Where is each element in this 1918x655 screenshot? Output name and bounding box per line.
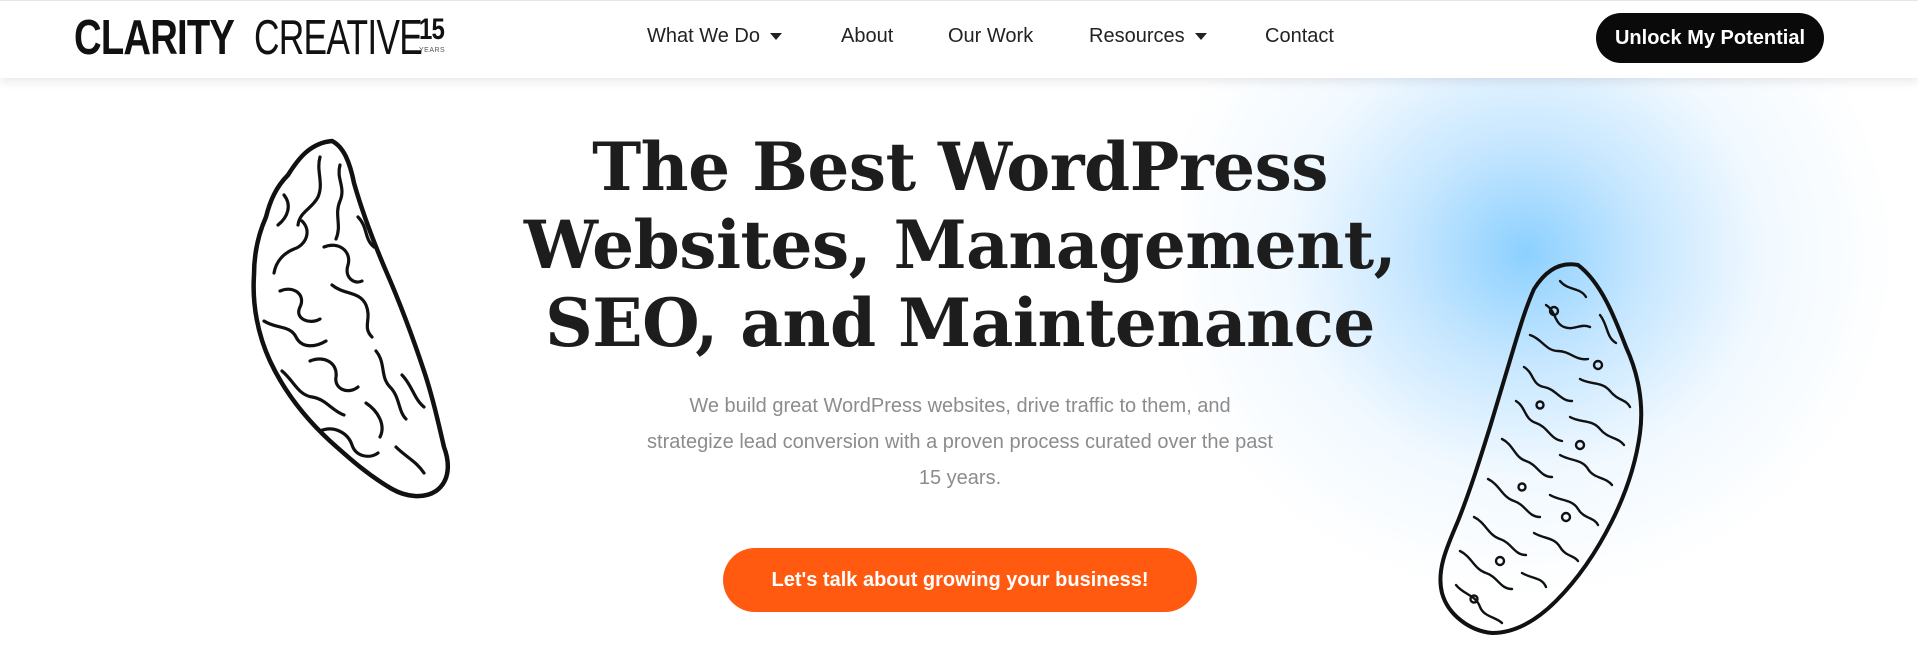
logo-years-label: YEARS (419, 47, 446, 54)
nav-item-contact[interactable]: Contact (1265, 25, 1334, 48)
hero-subtitle-line-3: 15 years. (918, 467, 1002, 489)
hero-title: The Best WordPress Websites, Management,… (520, 128, 1400, 362)
logo-word-creative: CREATIVE (254, 11, 423, 65)
logo-years-badge: 15 YEARS (419, 15, 449, 61)
nav-item-about[interactable]: About (841, 25, 893, 48)
site-header: CLARITY CREATIVE 15 YEARS What We Do Abo… (0, 0, 1918, 78)
caret-down-icon (1194, 33, 1207, 40)
logo-word-clarity: CLARITY (74, 11, 235, 65)
hero-title-line-3: SEO, and Maintenance (545, 284, 1375, 362)
hero-title-line-2: Websites, Management, (523, 206, 1397, 284)
brain-illustration-right (1438, 262, 1644, 635)
grow-business-button[interactable]: Let's talk about growing your business! (723, 548, 1197, 612)
nav-item-label: Contact (1265, 25, 1334, 47)
hero-subtitle-line-2: strategize lead conversion with a proven… (647, 431, 1273, 453)
nav-item-what-we-do[interactable]: What We Do (647, 25, 782, 48)
logo-years-number: 15 (419, 13, 445, 46)
logo[interactable]: CLARITY CREATIVE 15 YEARS (74, 11, 449, 65)
nav-item-label: Our Work (948, 25, 1034, 47)
nav-item-label: Resources (1089, 25, 1185, 47)
caret-down-icon (770, 33, 782, 40)
nav-item-our-work[interactable]: Our Work (948, 25, 1033, 48)
brain-illustration-left (251, 138, 451, 499)
nav-item-label: About (841, 25, 894, 47)
unlock-potential-button[interactable]: Unlock My Potential (1596, 13, 1824, 63)
hero-subtitle: We build great WordPress websites, drive… (620, 388, 1300, 496)
nav-item-resources[interactable]: Resources (1089, 25, 1207, 48)
hero-subtitle-line-1: We build great WordPress websites, drive… (689, 395, 1231, 417)
nav-item-label: What We Do (647, 25, 760, 47)
hero-title-line-1: The Best WordPress (592, 128, 1328, 206)
